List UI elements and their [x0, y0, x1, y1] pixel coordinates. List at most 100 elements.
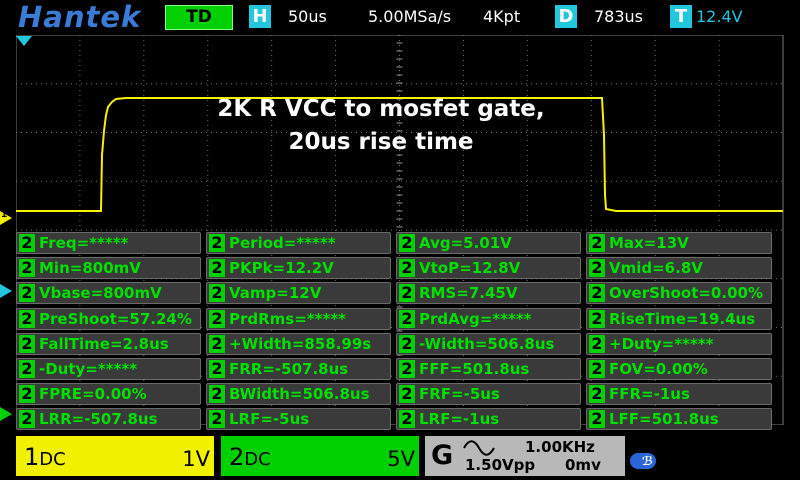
screen-annotation: 2K R VCC to mosfet gate, 20us rise time	[206, 93, 556, 159]
measurement-channel-chip: 2	[589, 410, 605, 429]
measurement-value: RMS=7.45V	[419, 284, 518, 303]
ch2-scale: 5V	[387, 447, 415, 471]
measurement-item[interactable]: 2 FPRE=0.00%	[16, 383, 201, 406]
measurement-item[interactable]: 2 FallTime=2.8us	[16, 332, 201, 355]
signal-generator-button[interactable]: G 1.00KHz 1.50Vpp 0mv	[425, 436, 625, 476]
measurement-value: RiseTime=19.4us	[609, 309, 756, 328]
measurement-value: -Width=506.8us	[419, 334, 555, 353]
ch2-label: 2DC	[229, 443, 271, 471]
measurement-channel-chip: 2	[399, 284, 415, 303]
bluetooth-icon: ℬ	[630, 453, 656, 469]
measurement-channel-chip: 2	[209, 259, 225, 278]
measurement-item[interactable]: 2 Min=800mV	[16, 257, 201, 280]
measurement-channel-chip: 2	[589, 334, 605, 353]
measurement-item[interactable]: 2 LRF=-5us	[206, 408, 391, 431]
measurement-value: PreShoot=57.24%	[39, 309, 192, 328]
measurement-value: -Duty=*****	[39, 360, 138, 378]
measurement-channel-chip: 2	[209, 410, 225, 429]
measurement-channel-chip: 2	[589, 234, 605, 252]
measurement-item[interactable]: 2 PKPk=12.2V	[206, 257, 391, 280]
measurement-value: +Width=858.99s	[229, 334, 372, 353]
measurement-channel-chip: 2	[399, 259, 415, 278]
measurement-value: FFF=501.8us	[419, 360, 530, 378]
sample-rate: 5.00MSa/s	[368, 7, 452, 26]
measurement-value: Max=13V	[609, 234, 689, 252]
ch1-settings-button[interactable]: 1DC 1V	[16, 436, 214, 476]
measurement-item[interactable]: 2 RiseTime=19.4us	[586, 307, 772, 330]
measurement-channel-chip: 2	[19, 259, 35, 278]
measurement-value: FRF=-5us	[419, 385, 500, 404]
measurement-channel-chip: 2	[209, 334, 225, 353]
measurement-item[interactable]: 2 +Width=858.99s	[206, 332, 391, 355]
measurement-item[interactable]: 2 +Duty=*****	[586, 332, 772, 355]
measurement-item[interactable]: 2 Vmid=6.8V	[586, 257, 772, 280]
ch2-settings-button[interactable]: 2DC 5V	[221, 436, 419, 476]
trigger-level[interactable]: 12.4V	[696, 6, 743, 28]
measurement-item[interactable]: 2 RMS=7.45V	[396, 282, 581, 305]
measurement-item[interactable]: 2 -Duty=*****	[16, 358, 201, 380]
measurement-item[interactable]: 2 LRR=-507.8us	[16, 408, 201, 431]
measurement-channel-chip: 2	[589, 385, 605, 404]
measurement-item[interactable]: 2 VtoP=12.8V	[396, 257, 581, 280]
measurement-value: LFF=501.8us	[609, 410, 719, 429]
measurement-channel-chip: 2	[19, 410, 35, 429]
measurement-channel-chip: 2	[399, 410, 415, 429]
measurement-item[interactable]: 2 PreShoot=57.24%	[16, 307, 201, 330]
sine-wave-icon	[463, 440, 495, 456]
measurement-value: Min=800mV	[39, 259, 141, 278]
measurement-channel-chip: 2	[19, 334, 35, 353]
measurement-value: LRR=-507.8us	[39, 410, 158, 429]
measurement-value: FOV=0.00%	[609, 360, 708, 378]
measurement-item[interactable]: 2 Vbase=800mV	[16, 282, 201, 305]
trigger-mode-button[interactable]: TD	[165, 5, 233, 30]
measurement-item[interactable]: 2 LFF=501.8us	[586, 408, 772, 431]
measurement-channel-chip: 2	[589, 360, 605, 378]
annotation-line-1: 2K R VCC to mosfet gate,	[217, 96, 545, 122]
measurement-value: PKPk=12.2V	[229, 259, 334, 278]
measurement-channel-chip: 2	[209, 284, 225, 303]
measurement-channel-chip: 2	[399, 334, 415, 353]
measurement-channel-chip: 2	[209, 385, 225, 404]
measurement-channel-chip: 2	[399, 385, 415, 404]
ch2-ground-marker[interactable]	[0, 407, 12, 421]
measurement-item[interactable]: 2 -Width=506.8us	[396, 332, 581, 355]
measurement-item[interactable]: 2 Avg=5.01V	[396, 232, 581, 254]
ch1-scale: 1V	[182, 447, 210, 471]
measurement-channel-chip: 2	[589, 259, 605, 278]
measurement-channel-chip: 2	[589, 284, 605, 303]
measurement-item[interactable]: 2 Freq=*****	[16, 232, 201, 254]
measurement-value: PrdAvg=*****	[419, 309, 532, 328]
measurement-item[interactable]: 2 LRF=-1us	[396, 408, 581, 431]
measurement-channel-chip: 2	[589, 309, 605, 328]
measurement-item[interactable]: 2 FFR=-1us	[586, 383, 772, 406]
measurement-value: Avg=5.01V	[419, 234, 512, 252]
measurement-item[interactable]: 2 FRF=-5us	[396, 383, 581, 406]
timebase-badge: H	[249, 5, 271, 28]
measurement-item[interactable]: 2 Period=*****	[206, 232, 391, 254]
ch1-label: 1DC	[24, 443, 66, 471]
measurement-item[interactable]: 2 PrdRms=*****	[206, 307, 391, 330]
measurement-value: Period=*****	[229, 234, 336, 252]
ch1-ground-marker[interactable]: 1	[0, 210, 12, 225]
measurement-value: FallTime=2.8us	[39, 334, 169, 353]
measurement-item[interactable]: 2 FFF=501.8us	[396, 358, 581, 380]
measurement-value: Vamp=12V	[229, 284, 322, 303]
measurement-item[interactable]: 2 FOV=0.00%	[586, 358, 772, 380]
measurement-channel-chip: 2	[399, 234, 415, 252]
measurement-item[interactable]: 2 FRR=-507.8us	[206, 358, 391, 380]
measurement-value: FPRE=0.00%	[39, 385, 147, 404]
measurement-channel-chip: 2	[209, 234, 225, 252]
trigger-position-marker[interactable]	[16, 36, 32, 46]
top-status-bar: Hantek TD H 50us 5.00MSa/s 4Kpt D 783us …	[0, 0, 800, 34]
memory-depth: 4Kpt	[483, 7, 521, 26]
trigger-level-marker[interactable]	[0, 284, 12, 298]
measurement-item[interactable]: 2 BWidth=506.8us	[206, 383, 391, 406]
measurement-channel-chip: 2	[209, 309, 225, 328]
timebase-value[interactable]: 50us	[288, 6, 327, 28]
measurement-item[interactable]: 2 PrdAvg=*****	[396, 307, 581, 330]
measurement-item[interactable]: 2 Vamp=12V	[206, 282, 391, 305]
delay-badge: D	[555, 5, 577, 28]
measurement-item[interactable]: 2 Max=13V	[586, 232, 772, 254]
delay-value[interactable]: 783us	[594, 6, 643, 28]
measurement-item[interactable]: 2 OverShoot=0.00%	[586, 282, 772, 305]
